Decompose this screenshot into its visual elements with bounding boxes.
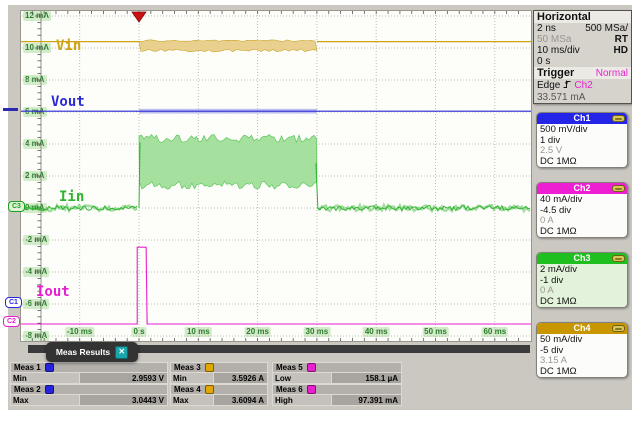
meas6-title: Meas 6 xyxy=(276,385,303,394)
ch1-scale: 500 mV/div xyxy=(540,125,624,136)
meas3-value: 3.5926 A xyxy=(214,372,268,384)
ch3-coupling: DC 1MΩ xyxy=(540,297,624,308)
ch3-offset: 0 A xyxy=(540,286,624,297)
iin-burst xyxy=(139,135,317,190)
meas5-title: Meas 5 xyxy=(276,363,303,372)
meas3-stat: Min xyxy=(170,372,214,384)
meas4-title: Meas 4 xyxy=(174,385,201,394)
channel-box-ch3[interactable]: Ch3 2 mA/div -1 div 0 A DC 1MΩ xyxy=(536,252,628,308)
ch2-coupling: DC 1MΩ xyxy=(540,227,624,238)
meas-source-icon xyxy=(307,385,316,394)
meas5-stat: Low xyxy=(272,372,332,384)
ch4-coupling: DC 1MΩ xyxy=(540,367,624,378)
ch2-scale: 40 mA/div xyxy=(540,195,624,206)
ch3-header[interactable]: Ch3 xyxy=(537,253,627,264)
meas-group-3: Meas 5 Low158.1 µA Meas 6 High97.391 mA xyxy=(272,362,402,406)
trigger-slope-icon xyxy=(562,79,572,92)
meas1-title: Meas 1 xyxy=(14,363,41,372)
channel-box-ch1[interactable]: Ch1 500 mV/div 1 div 2.5 V DC 1MΩ xyxy=(536,112,628,168)
ch1-name: Ch1 xyxy=(573,113,590,123)
meas-results-tab[interactable]: Meas Results ✕ xyxy=(46,342,138,362)
trigger-position-marker[interactable] xyxy=(132,12,146,22)
meas4-value: 3.6094 A xyxy=(214,394,268,406)
ch4-scale: 50 mA/div xyxy=(540,335,624,346)
ch4-offset: 3.15 A xyxy=(540,356,624,367)
ch2-header[interactable]: Ch2 xyxy=(537,183,627,194)
ch3-scale: 2 mA/div xyxy=(540,265,624,276)
meas4-stat: Max xyxy=(170,394,214,406)
horizontal-title: Horizontal xyxy=(534,11,631,23)
horizontal-position: 0 s xyxy=(537,56,550,67)
trace-label-iin: Iin xyxy=(59,190,84,204)
ch2-name: Ch2 xyxy=(573,183,590,193)
meas5-value: 158.1 µA xyxy=(332,372,402,384)
iout-trace xyxy=(21,247,531,324)
trigger-level: 33.571 mA xyxy=(534,92,631,103)
waveform-display[interactable]: 12 mA10 mA8 mA6 mA4 mA2 mA0 mA-2 mA-4 mA… xyxy=(20,10,532,342)
meas6-value: 97.391 mA xyxy=(332,394,402,406)
meas-source-icon xyxy=(205,363,214,372)
meas2-value: 3.0443 V xyxy=(80,394,168,406)
horizontal-panel[interactable]: Horizontal 2 ns 500 MSa/ 50 MSa RT 10 ms/d… xyxy=(533,10,632,104)
channel-minimize-icon[interactable] xyxy=(612,115,625,122)
rt-flag: RT xyxy=(615,34,628,45)
ch1-offset-marker[interactable]: C1 xyxy=(5,297,22,308)
sample-rate-current: 50 MSa xyxy=(537,34,571,45)
meas-source-icon xyxy=(45,363,54,372)
sample-rate-max: 500 MSa/ xyxy=(585,23,628,34)
ch3-position-marker[interactable]: C3 xyxy=(8,201,25,212)
waveform-canvas[interactable] xyxy=(21,11,531,341)
ch3-name: Ch3 xyxy=(573,253,590,263)
channel-box-ch2[interactable]: Ch2 40 mA/div -4.5 div 0 A DC 1MΩ xyxy=(536,182,628,238)
hd-flag: HD xyxy=(614,45,628,56)
ch1-offset: 2.5 V xyxy=(540,146,624,157)
ch4-header[interactable]: Ch4 xyxy=(537,323,627,334)
trigger-title: Trigger xyxy=(537,67,574,79)
trace-label-iout: Iout xyxy=(36,285,70,299)
trigger-mode: Normal xyxy=(596,68,628,79)
channel-box-ch4[interactable]: Ch4 50 mA/div -5 div 3.15 A DC 1MΩ xyxy=(536,322,628,378)
meas6-stat: High xyxy=(272,394,332,406)
meas3-title: Meas 3 xyxy=(174,363,201,372)
channel-minimize-icon[interactable] xyxy=(612,255,625,262)
meas-group-2: Meas 3 Min3.5926 A Meas 4 Max3.6094 A xyxy=(170,362,268,406)
trigger-source: Ch2 xyxy=(574,80,592,91)
ch4-name: Ch4 xyxy=(573,323,590,333)
channel-minimize-icon[interactable] xyxy=(612,325,625,332)
meas-source-icon xyxy=(45,385,54,394)
ch2-position-marker[interactable]: C2 xyxy=(3,316,20,327)
trace-label-vin: Vin xyxy=(56,39,81,53)
meas-source-icon xyxy=(307,363,316,372)
ch1-header[interactable]: Ch1 xyxy=(537,113,627,124)
meas2-stat: Max xyxy=(10,394,80,406)
meas1-value: 2.9593 V xyxy=(80,372,168,384)
close-icon[interactable]: ✕ xyxy=(115,346,128,359)
channel-minimize-icon[interactable] xyxy=(612,185,625,192)
ch2-offset: 0 A xyxy=(540,216,624,227)
meas-group-1: Meas 1 Min2.9593 V Meas 2 Max3.0443 V xyxy=(10,362,168,406)
timebase-value: 10 ms/div xyxy=(537,45,580,56)
meas1-stat: Min xyxy=(10,372,80,384)
resolution-value: 2 ns xyxy=(537,23,556,34)
vin-ripple-band xyxy=(139,40,317,52)
trace-label-vout: Vout xyxy=(51,95,85,109)
ch1-position-arrow[interactable] xyxy=(3,108,18,111)
meas-source-icon xyxy=(205,385,214,394)
trigger-type: Edge xyxy=(537,80,560,91)
meas2-title: Meas 2 xyxy=(14,385,41,394)
ch1-coupling: DC 1MΩ xyxy=(540,157,624,168)
meas-results-tab-title: Meas Results xyxy=(56,347,110,357)
